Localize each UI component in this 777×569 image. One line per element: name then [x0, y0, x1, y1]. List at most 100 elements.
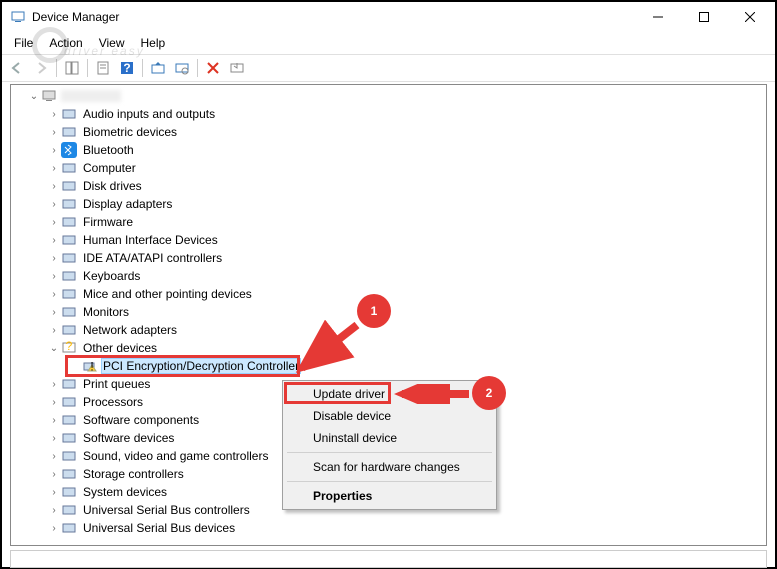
- tree-item[interactable]: › Keyboards: [13, 267, 766, 285]
- expand-icon[interactable]: ›: [47, 271, 61, 282]
- device-category-icon: [61, 466, 77, 482]
- expand-icon[interactable]: ›: [47, 289, 61, 300]
- forward-icon[interactable]: [30, 57, 52, 79]
- device-category-icon: [61, 304, 77, 320]
- expand-icon[interactable]: ›: [47, 199, 61, 210]
- tree-item[interactable]: › Audio inputs and outputs: [13, 105, 766, 123]
- device-category-icon: [61, 268, 77, 284]
- expand-icon[interactable]: ›: [47, 109, 61, 120]
- tree-item[interactable]: ›Human Interface Devices: [13, 231, 766, 249]
- toolbar-separator: [142, 59, 143, 77]
- expand-icon[interactable]: ›: [47, 415, 61, 426]
- ctx-uninstall-device[interactable]: Uninstall device: [285, 427, 494, 449]
- device-category-icon: [61, 448, 77, 464]
- tree-item[interactable]: ›Biometric devices: [13, 123, 766, 141]
- expand-icon[interactable]: ›: [47, 487, 61, 498]
- tree-item-label: System devices: [81, 485, 169, 499]
- close-button[interactable]: [727, 2, 773, 32]
- device-category-icon: [61, 124, 77, 140]
- device-category-icon: [61, 322, 77, 338]
- svg-text:?: ?: [66, 340, 73, 353]
- device-category-icon: [61, 142, 77, 158]
- tree-item[interactable]: ›Universal Serial Bus devices: [13, 519, 766, 537]
- device-category-icon: [61, 376, 77, 392]
- device-category-icon: [61, 502, 77, 518]
- annotation-step-2: 2: [472, 376, 506, 410]
- device-category-icon: [61, 484, 77, 500]
- expand-icon[interactable]: ›: [47, 505, 61, 516]
- ctx-properties[interactable]: Properties: [285, 485, 494, 507]
- tree-item[interactable]: › IDE ATA/ATAPI controllers: [13, 249, 766, 267]
- expand-icon[interactable]: ›: [47, 217, 61, 228]
- tree-item-label: IDE ATA/ATAPI controllers: [81, 251, 224, 265]
- back-icon[interactable]: [6, 57, 28, 79]
- menu-help[interactable]: Help: [133, 34, 174, 52]
- uninstall-icon[interactable]: [202, 57, 224, 79]
- collapse-icon[interactable]: ⌄: [47, 343, 61, 354]
- expand-icon[interactable]: ›: [47, 253, 61, 264]
- ctx-scan-hardware[interactable]: Scan for hardware changes: [285, 456, 494, 478]
- show-hide-tree-icon[interactable]: [61, 57, 83, 79]
- tree-item-label: Display adapters: [81, 197, 174, 211]
- tree-item[interactable]: ›Disk drives: [13, 177, 766, 195]
- device-category-icon: [61, 430, 77, 446]
- help-icon[interactable]: ?: [116, 57, 138, 79]
- expand-icon[interactable]: ›: [47, 163, 61, 174]
- tree-item-label: Keyboards: [81, 269, 142, 283]
- tree-item[interactable]: ›Computer: [13, 159, 766, 177]
- maximize-button[interactable]: [681, 2, 727, 32]
- tree-item-label: Firmware: [81, 215, 135, 229]
- disable-icon[interactable]: [226, 57, 248, 79]
- tree-item-label: Universal Serial Bus controllers: [81, 503, 252, 517]
- ctx-disable-device[interactable]: Disable device: [285, 405, 494, 427]
- tree-item-label: Other devices: [81, 341, 159, 355]
- tree-root[interactable]: ⌄: [13, 87, 766, 105]
- menu-view[interactable]: View: [91, 34, 133, 52]
- tree-item[interactable]: ›Network adapters: [13, 321, 766, 339]
- expand-icon[interactable]: ›: [47, 433, 61, 444]
- device-category-icon: ?: [61, 340, 77, 356]
- expand-icon[interactable]: ›: [47, 379, 61, 390]
- tree-item[interactable]: › Firmware: [13, 213, 766, 231]
- expand-icon[interactable]: ›: [47, 181, 61, 192]
- expand-icon[interactable]: ›: [47, 451, 61, 462]
- toolbar-separator: [87, 59, 88, 77]
- scan-hardware-icon[interactable]: [171, 57, 193, 79]
- tree-item-label: Bluetooth: [81, 143, 136, 157]
- tree-item-label: Software devices: [81, 431, 176, 445]
- titlebar: Device Manager: [2, 2, 775, 32]
- svg-text:!: !: [90, 360, 93, 374]
- expand-icon[interactable]: ›: [47, 325, 61, 336]
- annotation-arrow-2: [394, 384, 474, 404]
- annotation-arrow-1: [292, 320, 362, 380]
- tree-item-child[interactable]: !PCI Encryption/Decryption Controller: [13, 357, 766, 375]
- window-title: Device Manager: [32, 10, 635, 24]
- device-category-icon: [61, 178, 77, 194]
- expand-icon[interactable]: ›: [47, 145, 61, 156]
- properties-icon[interactable]: [92, 57, 114, 79]
- tree-item[interactable]: › Bluetooth: [13, 141, 766, 159]
- tree-item[interactable]: ⌄? Other devices: [13, 339, 766, 357]
- tree-item[interactable]: ›Mice and other pointing devices: [13, 285, 766, 303]
- tree-item[interactable]: › Display adapters: [13, 195, 766, 213]
- update-driver-icon[interactable]: [147, 57, 169, 79]
- menubar: File Action View Help: [2, 32, 775, 54]
- toolbar-separator: [56, 59, 57, 77]
- tree-item-label: Sound, video and game controllers: [81, 449, 270, 463]
- menu-file[interactable]: File: [6, 34, 41, 52]
- expand-icon[interactable]: ›: [47, 523, 61, 534]
- statusbar: [10, 550, 767, 568]
- minimize-button[interactable]: [635, 2, 681, 32]
- tree-item-label: Print queues: [81, 377, 152, 391]
- expand-icon[interactable]: ›: [47, 307, 61, 318]
- collapse-icon[interactable]: ⌄: [27, 91, 41, 102]
- expand-icon[interactable]: ›: [47, 127, 61, 138]
- menu-action[interactable]: Action: [41, 34, 90, 52]
- expand-icon[interactable]: ›: [47, 235, 61, 246]
- device-category-icon: [61, 214, 77, 230]
- expand-icon[interactable]: ›: [47, 469, 61, 480]
- tree-item-label: Audio inputs and outputs: [81, 107, 217, 121]
- toolbar-separator: [197, 59, 198, 77]
- expand-icon[interactable]: ›: [47, 397, 61, 408]
- app-icon: [10, 9, 26, 25]
